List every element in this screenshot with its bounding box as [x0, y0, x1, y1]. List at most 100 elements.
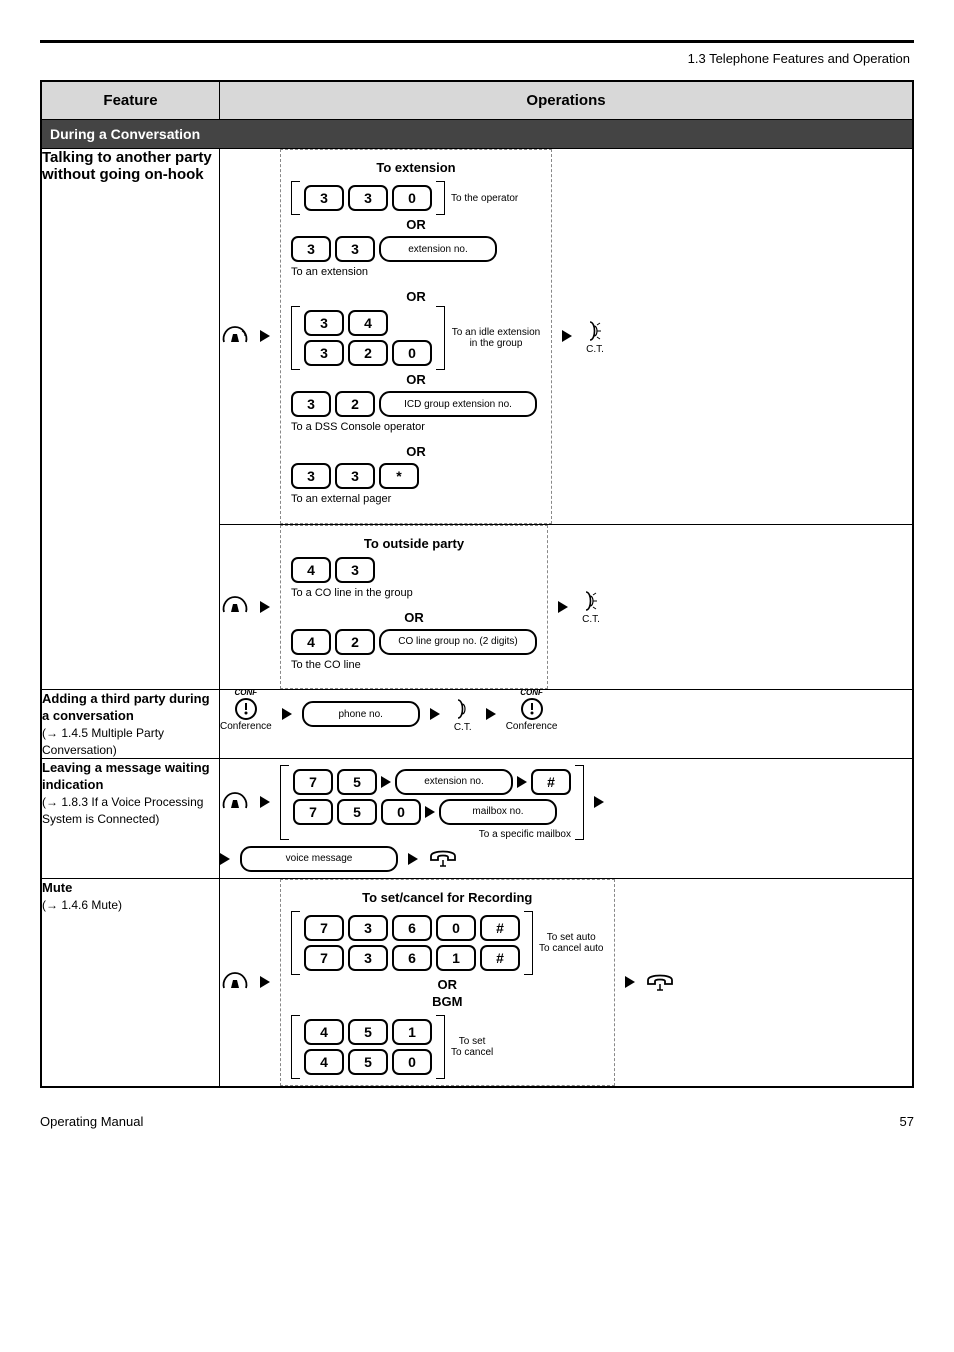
key-6: 6: [392, 915, 432, 941]
opt-cancel-auto-label: To cancel auto: [539, 943, 604, 954]
arrow-icon: [408, 853, 418, 865]
slot-mailbox-no: mailbox no.: [439, 799, 557, 825]
opt-dss-label: To a DSS Console operator: [291, 421, 541, 434]
conf-button-icon: CONF Conference: [506, 696, 558, 732]
col-feature: Feature: [41, 81, 220, 120]
arrow-icon: [517, 776, 527, 788]
opt-idle-ext-label: To an idle extension in the group: [451, 327, 541, 349]
key-hash: #: [531, 769, 571, 795]
key-0: 0: [392, 185, 432, 211]
opt-set-auto-label: To set auto: [539, 932, 604, 943]
opt-extension-label: To an extension: [291, 266, 541, 279]
key-0: 0: [436, 915, 476, 941]
key-4: 4: [304, 1049, 344, 1075]
key-3: 3: [335, 236, 375, 262]
key-4: 4: [291, 629, 331, 655]
arrow-icon: [486, 708, 496, 720]
opt-coline-label: To the CO line: [291, 659, 537, 672]
key-3: 3: [291, 391, 331, 417]
arrow-icon: [260, 796, 270, 808]
key-7: 7: [293, 769, 333, 795]
offhook-icon: [220, 592, 250, 621]
key-1: 1: [392, 1019, 432, 1045]
or-label: OR: [291, 372, 541, 387]
key-5: 5: [348, 1019, 388, 1045]
feature-mute: Mute (→ 1.4.6 Mute): [41, 878, 220, 1087]
ct-label: C.T.: [586, 344, 604, 355]
chapter-heading: 1.3 Telephone Features and Operation: [40, 43, 914, 80]
group-recording-label: To set/cancel for Recording: [291, 890, 604, 905]
onhook-icon: [428, 846, 458, 871]
key-4: 4: [348, 310, 388, 336]
arrow-icon: [381, 776, 391, 788]
key-3: 3: [348, 185, 388, 211]
offhook-icon: [220, 788, 250, 817]
or-label: OR: [291, 977, 604, 992]
to-outside-group: To outside party 4 3 To a CO line in the…: [280, 525, 548, 689]
key-7: 7: [304, 915, 344, 941]
arrow-icon: [260, 976, 270, 988]
key-3: 3: [304, 185, 344, 211]
key-3: 3: [304, 310, 344, 336]
arrow-icon: [625, 976, 635, 988]
key-0: 0: [381, 799, 421, 825]
opt-operator-label: To the operator: [451, 193, 518, 204]
col-operations: Operations: [220, 81, 914, 120]
key-7: 7: [304, 945, 344, 971]
feature-table: Feature Operations During a Conversation…: [40, 80, 914, 1088]
or-label: OR: [291, 444, 541, 459]
or-label: OR: [291, 217, 541, 232]
key-4: 4: [304, 1019, 344, 1045]
key-6: 6: [392, 945, 432, 971]
key-1: 1: [436, 945, 476, 971]
opt-coline-group-label: To a CO line in the group: [291, 587, 537, 600]
slot-phone-no: phone no.: [302, 701, 420, 727]
or-label: OR: [291, 289, 541, 304]
key-3: 3: [348, 945, 388, 971]
key-2: 2: [335, 629, 375, 655]
key-3: 3: [348, 915, 388, 941]
footer-page-no: 57: [900, 1114, 914, 1129]
feature-leave-msg-waiting: Leaving a message waiting indication (→ …: [41, 758, 220, 878]
ct-label: C.T.: [582, 614, 600, 625]
or-label: OR: [291, 610, 537, 625]
arrow-icon: [562, 330, 572, 342]
slot-coline-group-no: CO line group no. (2 digits): [379, 629, 537, 655]
conf-button-icon: CONF Conference: [220, 696, 272, 732]
offhook-icon: [220, 968, 250, 997]
onhook-icon: [645, 970, 675, 995]
section-during-conversation: During a Conversation: [41, 120, 913, 149]
arrow-icon: [430, 708, 440, 720]
arrow-icon: [594, 796, 604, 808]
group-to-outside-label: To outside party: [291, 536, 537, 551]
group-to-extension-label: To extension: [291, 160, 541, 175]
key-3: 3: [291, 236, 331, 262]
slot-extension-no: extension no.: [395, 769, 513, 795]
group-bgm-label: BGM: [291, 994, 604, 1009]
arrow-icon: [260, 330, 270, 342]
key-5: 5: [337, 799, 377, 825]
arrow-icon: [220, 853, 230, 865]
offhook-icon: [220, 322, 250, 351]
confirmation-tone-icon: C.T.: [450, 696, 476, 733]
slot-extension-no: extension no.: [379, 236, 497, 262]
arrow-icon: [558, 601, 568, 613]
feature-adding-third-party: Adding a third party during a conversati…: [41, 689, 220, 758]
arrow-icon: [260, 601, 270, 613]
key-2: 2: [335, 391, 375, 417]
key-3: 3: [335, 463, 375, 489]
footer-left: Operating Manual: [40, 1114, 143, 1129]
bgm-set-label: To set: [451, 1036, 493, 1047]
sub-mailbox-label: To a specific mailbox: [293, 829, 571, 840]
arrow-icon: [425, 806, 435, 818]
opt-pager-label: To an external pager: [291, 493, 541, 506]
bgm-cancel-label: To cancel: [451, 1047, 493, 1058]
key-0: 0: [392, 340, 432, 366]
key-5: 5: [348, 1049, 388, 1075]
key-4: 4: [291, 557, 331, 583]
key-star: *: [379, 463, 419, 489]
slot-icd-group: ICD group extension no.: [379, 391, 537, 417]
to-extension-group: To extension 3 3 0: [280, 149, 552, 524]
key-0: 0: [392, 1049, 432, 1075]
key-2: 2: [348, 340, 388, 366]
